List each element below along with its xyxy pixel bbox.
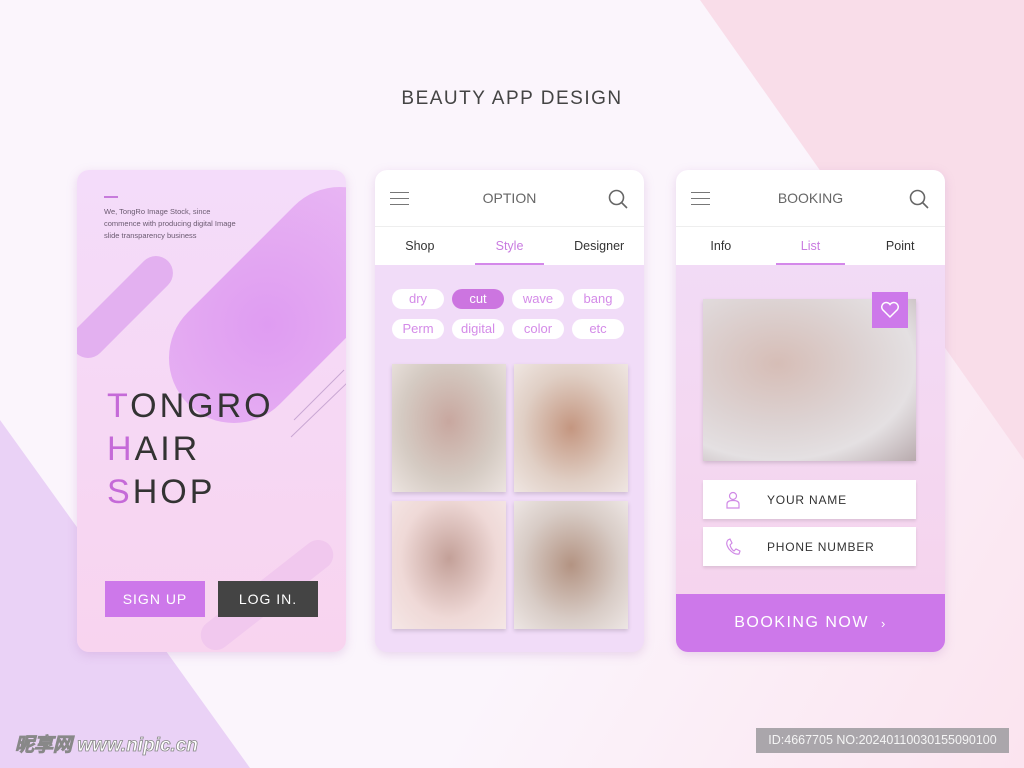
tab-point[interactable]: Point: [855, 227, 945, 265]
style-photo[interactable]: [392, 501, 506, 629]
chip-bang[interactable]: bang: [572, 289, 624, 309]
decor-lines: [290, 369, 346, 438]
brand-title: TONGRO HAIR SHOP: [107, 385, 274, 514]
word: HOP: [132, 473, 216, 511]
menu-icon[interactable]: [691, 192, 710, 205]
splash-screen: We, TongRo Image Stock, since commence w…: [77, 170, 346, 652]
tab-style[interactable]: Style: [465, 227, 555, 265]
word: ONGRO: [130, 387, 274, 425]
chip-dry[interactable]: dry: [392, 289, 444, 309]
chip-cut[interactable]: cut: [452, 289, 504, 309]
header: BOOKING: [676, 170, 945, 227]
chip-color[interactable]: color: [512, 319, 564, 339]
phone-placeholder: PHONE NUMBER: [767, 539, 875, 554]
initial: H: [107, 430, 135, 468]
log-in-button[interactable]: LOG IN.: [218, 581, 318, 617]
intro-text: We, TongRo Image Stock, since commence w…: [104, 207, 236, 240]
decor-shape: [77, 249, 180, 365]
tab-list[interactable]: List: [766, 227, 856, 265]
booking-label: BOOKING NOW: [734, 614, 869, 631]
chevron-right-icon: ›: [880, 615, 887, 631]
style-photo[interactable]: [514, 364, 628, 492]
tab-bar: Info List Point: [676, 227, 945, 265]
sign-up-button[interactable]: SIGN UP: [105, 581, 205, 617]
watermark-logo: 昵享网 www.nipic.cn: [15, 735, 199, 757]
tab-designer[interactable]: Designer: [554, 227, 644, 265]
heart-icon: [881, 301, 899, 319]
style-photo[interactable]: [392, 364, 506, 492]
style-photo[interactable]: [514, 501, 628, 629]
name-field[interactable]: YOUR NAME: [703, 480, 916, 519]
search-icon[interactable]: [608, 189, 628, 209]
tab-bar: Shop Style Designer: [375, 227, 644, 265]
page-title: BEAUTY APP DESIGN: [401, 88, 623, 109]
phone-field[interactable]: PHONE NUMBER: [703, 527, 916, 566]
initial: T: [107, 387, 131, 425]
initial: S: [107, 473, 133, 511]
header-title: OPTION: [482, 190, 537, 206]
tab-shop[interactable]: Shop: [375, 227, 465, 265]
tab-info[interactable]: Info: [676, 227, 766, 265]
header-title: BOOKING: [777, 190, 844, 206]
name-placeholder: YOUR NAME: [767, 492, 847, 507]
chip-perm[interactable]: Perm: [392, 319, 444, 339]
search-icon[interactable]: [909, 189, 929, 209]
watermark-id: ID:4667705 NO:20240110030155090100: [756, 728, 1009, 753]
menu-icon[interactable]: [390, 192, 409, 205]
chip-digital[interactable]: digital: [452, 319, 504, 339]
option-screen: OPTION Shop Style Designer dry cut wave …: [375, 170, 644, 652]
accent-dash: [104, 196, 118, 198]
user-icon: [726, 491, 740, 509]
phone-icon: [726, 537, 741, 555]
style-chips: dry cut wave bang Perm digital color etc: [392, 289, 628, 339]
chip-wave[interactable]: wave: [512, 289, 564, 309]
favorite-button[interactable]: [872, 292, 908, 328]
booking-screen: BOOKING Info List Point YOUR NAME PHONE …: [676, 170, 945, 652]
chip-etc[interactable]: etc: [572, 319, 624, 339]
word: AIR: [134, 430, 201, 468]
booking-now-button[interactable]: BOOKING NOW ›: [676, 594, 945, 652]
header: OPTION: [375, 170, 644, 227]
